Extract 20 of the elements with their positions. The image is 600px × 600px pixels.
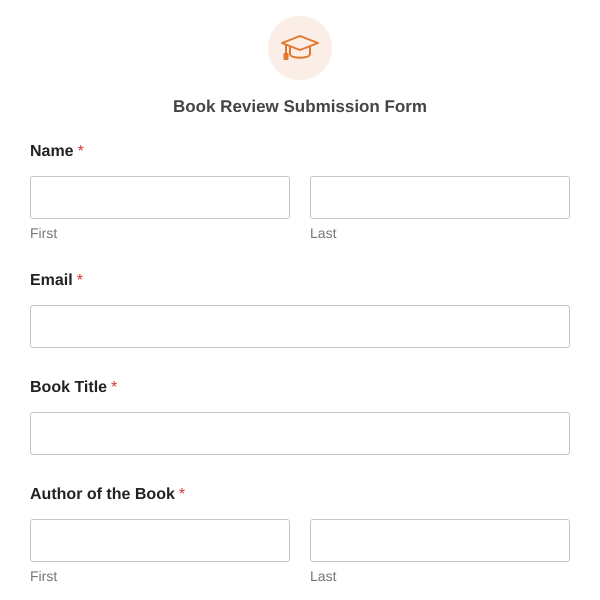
required-asterisk: *	[111, 378, 118, 396]
sublabel: Last	[310, 568, 338, 584]
input-field[interactable]	[30, 176, 290, 218]
required-asterisk: *	[76, 272, 83, 288]
form-title: Book Review Submission Form	[172, 96, 428, 118]
sublabel: First	[30, 224, 58, 240]
sublabel: Last	[310, 224, 338, 240]
input-field[interactable]	[30, 518, 290, 562]
input-field[interactable]	[310, 176, 570, 218]
input-field[interactable]	[310, 518, 570, 562]
field-label: Name	[30, 142, 74, 160]
field-label: Book Title	[30, 378, 108, 396]
field-label: Email	[30, 272, 73, 288]
graduation-cap-icon	[280, 34, 320, 62]
required-asterisk: *	[178, 486, 186, 502]
required-asterisk: *	[78, 142, 84, 160]
sublabel: First	[30, 568, 58, 584]
field-label: Author of the Book	[30, 486, 175, 502]
input-field[interactable]	[30, 304, 570, 348]
input-field[interactable]	[30, 412, 570, 454]
